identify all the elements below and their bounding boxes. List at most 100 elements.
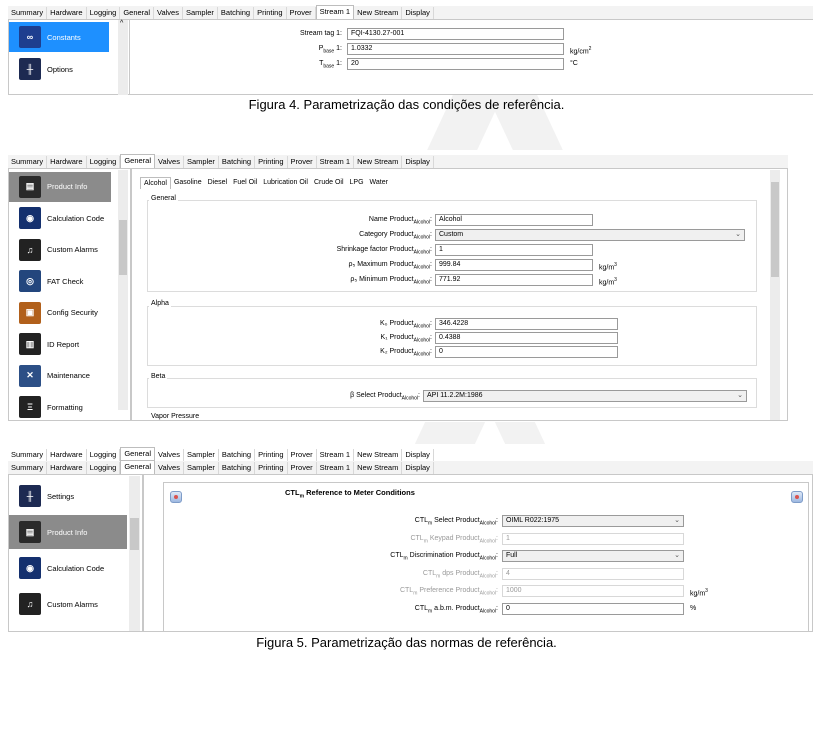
scroll-up-icon[interactable]: ^ xyxy=(120,20,123,27)
sidebar-scroll-thumb[interactable] xyxy=(130,518,139,550)
sidebar-item-config-security[interactable]: ▣ Config Security xyxy=(9,298,111,328)
tab-sampler[interactable]: Sampler xyxy=(184,462,219,474)
tab-display[interactable]: Display xyxy=(402,462,434,474)
tab-hardware[interactable]: Hardware xyxy=(47,462,87,474)
subtab-crude-oil[interactable]: Crude Oil xyxy=(311,177,347,188)
chevron-down-icon[interactable]: ⌄ xyxy=(735,230,741,240)
tab-logging[interactable]: Logging xyxy=(87,462,121,474)
subtab-water[interactable]: Water xyxy=(367,177,391,188)
tab-printing[interactable]: Printing xyxy=(254,7,287,19)
tab-new-stream[interactable]: New Stream xyxy=(354,449,403,461)
ctl-field-0[interactable]: OIML R022:1975 ⌄ xyxy=(502,515,684,527)
tab-logging[interactable]: Logging xyxy=(87,156,121,168)
sidebar-item-product-info[interactable]: ▤ Product Info xyxy=(9,515,127,549)
subtab-alcohol[interactable]: Alcohol xyxy=(140,177,171,189)
tab-display[interactable]: Display xyxy=(402,449,434,461)
chevron-down-icon[interactable]: ⌄ xyxy=(674,516,680,526)
tab-new-stream[interactable]: New Stream xyxy=(354,7,403,19)
beta-select[interactable]: API 11.2.2M:1986 ⌄ xyxy=(423,390,747,402)
tab-prover[interactable]: Prover xyxy=(288,462,317,474)
sidebar-scrollbar[interactable] xyxy=(118,20,128,95)
chevron-down-icon[interactable]: ⌄ xyxy=(674,551,680,561)
general-field-0[interactable]: Alcohol xyxy=(435,214,593,226)
tab-sampler[interactable]: Sampler xyxy=(184,156,219,168)
tab-hardware[interactable]: Hardware xyxy=(47,156,87,168)
tab-logging[interactable]: Logging xyxy=(87,449,121,461)
subtab-diesel[interactable]: Diesel xyxy=(205,177,230,188)
tab-batching[interactable]: Batching xyxy=(219,449,256,461)
ctl-field-5[interactable]: 0 xyxy=(502,602,684,615)
sidebar-item-maintenance[interactable]: ✕ Maintenance xyxy=(9,361,111,391)
content-scroll-thumb[interactable] xyxy=(771,182,779,277)
tab-stream-1[interactable]: Stream 1 xyxy=(317,449,355,461)
general-field-2[interactable]: 1 xyxy=(435,244,593,256)
subtab-lpg[interactable]: LPG xyxy=(347,177,367,188)
general-field-1[interactable]: Custom ⌄ xyxy=(435,229,745,241)
ctl-field-2[interactable]: Full ⌄ xyxy=(502,550,684,562)
alpha-field-0[interactable]: 346.4228 xyxy=(435,318,618,330)
tab-general[interactable]: General xyxy=(120,7,154,19)
tab-hardware[interactable]: Hardware xyxy=(47,7,87,19)
sidebar-item-id-report[interactable]: ▥ ID Report xyxy=(9,330,111,360)
sidebar-item-custom-alarms[interactable]: ♫ Custom Alarms xyxy=(9,587,127,621)
sidebar-item-settings[interactable]: ╫ Settings xyxy=(9,479,127,513)
subtab-lubrication-oil[interactable]: Lubrication Oil xyxy=(260,177,311,188)
tab-printing[interactable]: Printing xyxy=(255,462,288,474)
sidebar-scroll-thumb[interactable] xyxy=(119,220,127,275)
tab-prover[interactable]: Prover xyxy=(288,449,317,461)
label-pre: CTL xyxy=(399,587,414,594)
field-value: 771.92 xyxy=(439,276,461,283)
tab-summary[interactable]: Summary xyxy=(8,7,48,19)
tab-new-stream[interactable]: New Stream xyxy=(354,156,403,168)
tab-general[interactable]: General xyxy=(120,447,155,461)
tab-prover[interactable]: Prover xyxy=(288,156,317,168)
tab-display[interactable]: Display xyxy=(402,7,434,19)
tab-summary[interactable]: Summary xyxy=(8,449,48,461)
sidebar-item-calculation-code[interactable]: ◉ Calculation Code xyxy=(9,204,111,234)
subtab-fuel-oil[interactable]: Fuel Oil xyxy=(230,177,260,188)
sidebar-scrollbar[interactable] xyxy=(129,476,140,631)
general-field-4[interactable]: 771.92 xyxy=(435,274,593,286)
alpha-field-1[interactable]: 0.4388 xyxy=(435,332,618,344)
tab-sampler[interactable]: Sampler xyxy=(184,449,219,461)
general-field-3[interactable]: 999.84 xyxy=(435,259,593,271)
sidebar-item-fat-check[interactable]: ◎ FAT Check xyxy=(9,267,111,297)
stream-field-1[interactable]: 1.0332 xyxy=(347,43,564,55)
tab-general[interactable]: General xyxy=(120,460,155,474)
tab-stream-1[interactable]: Stream 1 xyxy=(317,462,355,474)
alpha-field-2[interactable]: 0 xyxy=(435,346,618,358)
tab-valves[interactable]: Valves xyxy=(154,7,183,19)
tab-stream-1[interactable]: Stream 1 xyxy=(317,156,355,168)
sidebar-item-calculation-code[interactable]: ◉ Calculation Code xyxy=(9,551,127,585)
tab-display[interactable]: Display xyxy=(402,156,434,168)
chevron-down-icon[interactable]: ⌄ xyxy=(737,391,743,401)
tab-printing[interactable]: Printing xyxy=(255,449,288,461)
tab-batching[interactable]: Batching xyxy=(219,156,256,168)
sidebar-item-product-info[interactable]: ▤ Product Info xyxy=(9,172,111,202)
stream-field-0[interactable]: FQI-4130.27-001 xyxy=(347,28,564,40)
sidebar-scrollbar[interactable] xyxy=(118,170,128,410)
sidebar-item-custom-alarms[interactable]: ♫ Custom Alarms xyxy=(9,235,111,265)
tab-valves[interactable]: Valves xyxy=(155,462,184,474)
tab-prover[interactable]: Prover xyxy=(287,7,316,19)
sidebar-item-formatting[interactable]: Ξ Formatting xyxy=(9,393,111,423)
section-expand-icon[interactable] xyxy=(791,491,803,503)
subtab-gasoline[interactable]: Gasoline xyxy=(171,177,205,188)
tab-logging[interactable]: Logging xyxy=(87,7,121,19)
sidebar-item-options[interactable]: ╫ Options xyxy=(9,54,109,84)
stream-field-2[interactable]: 20 xyxy=(347,58,564,70)
tab-summary[interactable]: Summary xyxy=(8,156,48,168)
tab-printing[interactable]: Printing xyxy=(255,156,288,168)
section-collapse-icon[interactable] xyxy=(170,491,182,503)
tab-batching[interactable]: Batching xyxy=(219,462,256,474)
tab-new-stream[interactable]: New Stream xyxy=(354,462,403,474)
tab-valves[interactable]: Valves xyxy=(155,449,184,461)
tab-hardware[interactable]: Hardware xyxy=(47,449,87,461)
tab-sampler[interactable]: Sampler xyxy=(183,7,218,19)
sidebar-item-constants[interactable]: ∞ Constants xyxy=(9,22,109,52)
tab-valves[interactable]: Valves xyxy=(155,156,184,168)
tab-batching[interactable]: Batching xyxy=(218,7,255,19)
tab-stream-1[interactable]: Stream 1 xyxy=(315,5,355,19)
tab-summary[interactable]: Summary xyxy=(8,462,48,474)
tab-general[interactable]: General xyxy=(120,154,155,168)
